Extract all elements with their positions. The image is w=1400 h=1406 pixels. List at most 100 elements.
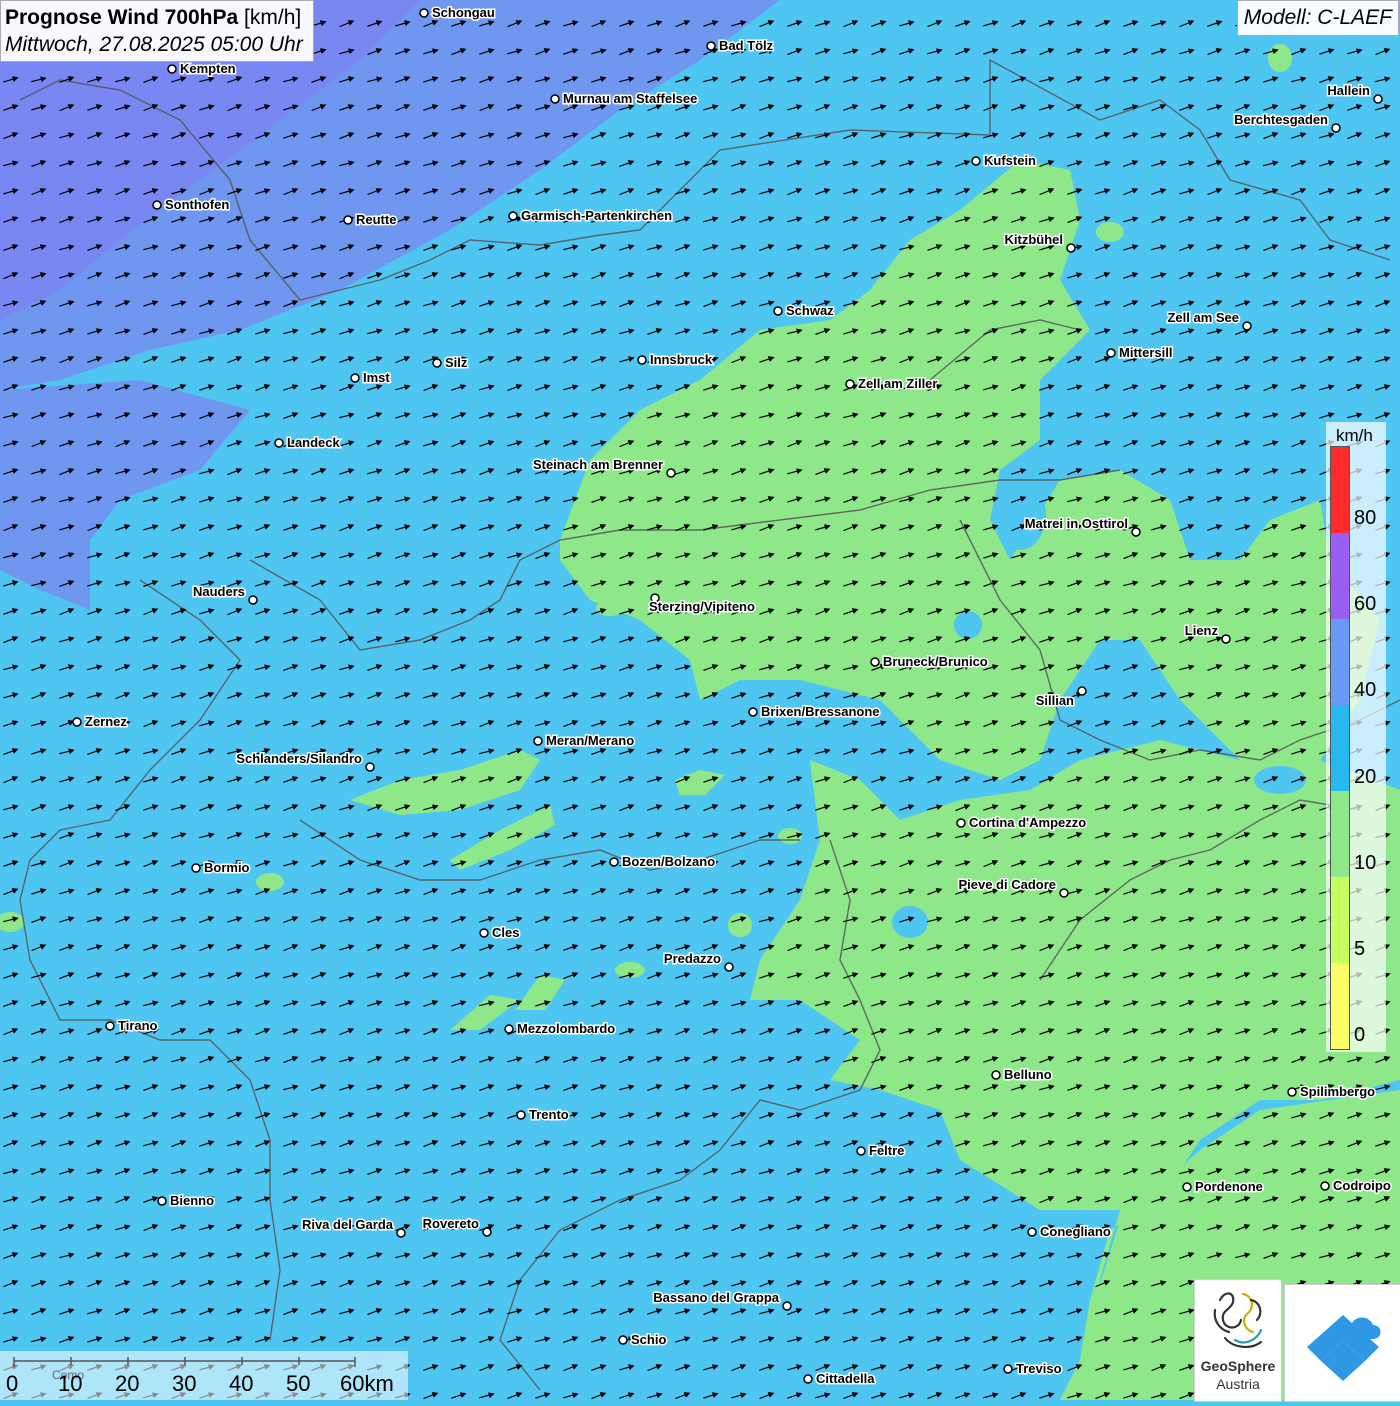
city-dot [480,929,488,937]
city-dot [774,307,782,315]
city-label: Imst [363,370,390,385]
legend-swatch [1331,963,1349,1049]
city-dot [1078,687,1086,695]
wind-zone-weak-small [728,913,752,937]
legend-swatch [1331,705,1349,791]
city-dot [667,469,675,477]
city-dot [992,1071,1000,1079]
city-label: Bozen/Bolzano [622,854,715,869]
city-label: Pordenone [1195,1179,1263,1194]
city-label: Mittersill [1119,345,1172,360]
city-marker[interactable]: Zell am Ziller [846,376,937,391]
city-label: Mezzolombardo [517,1021,615,1036]
city-marker[interactable]: Meran/Merano [534,733,634,748]
geosphere-logo-line2: Austria [1195,1376,1281,1392]
legend-swatch [1331,619,1349,705]
scale-label: 0 [6,1371,18,1397]
city-dot [804,1375,812,1383]
city-marker[interactable]: Murnau am Staffelsee [551,91,697,106]
city-label: Brixen/Bressanone [761,704,880,719]
city-marker[interactable]: Bruneck/Brunico [871,654,988,669]
city-label: Tirano [118,1018,158,1033]
city-dot [707,42,715,50]
city-dot [534,737,542,745]
scale-label: 40 [229,1371,253,1397]
city-dot [846,380,854,388]
city-marker[interactable]: Brixen/Bressanone [749,704,880,719]
city-dot [1060,889,1068,897]
city-dot [106,1022,114,1030]
legend-label: 80 [1354,507,1376,530]
city-dot [366,763,374,771]
wind-zone-hole [954,611,982,639]
city-marker[interactable]: Bozen/Bolzano [610,854,715,869]
city-label: Hallein [1327,83,1370,98]
city-marker[interactable]: Innsbruck [638,352,713,367]
model-label: Modell: C-LAEF [1237,0,1399,36]
geosphere-logo[interactable]: GeoSphere Austria [1194,1279,1282,1402]
city-dot [957,819,965,827]
city-label: Sillian [1036,693,1074,708]
wind-zone-weak-small [256,873,284,891]
scale-label: 60km [340,1371,394,1397]
city-dot [1028,1228,1036,1236]
app-logo[interactable] [1284,1284,1400,1402]
city-label: Cortina d'Ampezzo [969,815,1086,830]
wind-zone-weak-small [1096,222,1124,242]
forecast-datetime: Mittwoch, 27.08.2025 05:00 Uhr [5,32,303,58]
city-dot [1374,95,1382,103]
city-label: Innsbruck [650,352,713,367]
legend-swatch [1331,791,1349,877]
scale-label: 30 [172,1371,196,1397]
city-label: Steinach am Brenner [533,457,663,472]
city-label: Trento [529,1107,569,1122]
city-dot [168,65,176,73]
city-dot [871,658,879,666]
city-dot [73,718,81,726]
city-dot [1107,349,1115,357]
city-label: Treviso [1016,1361,1062,1376]
city-dot [420,9,428,17]
city-dot [638,356,646,364]
city-label: Kempten [180,61,236,76]
city-label: Bruneck/Brunico [883,654,988,669]
city-marker[interactable]: Conegliano [1028,1224,1111,1239]
city-label: Schongau [432,5,495,20]
city-label: Bad Tölz [719,38,774,53]
city-marker[interactable]: Pordenone [1183,1179,1263,1194]
city-label: Pieve di Cadore [958,877,1056,892]
city-label: Cittadella [816,1371,875,1386]
legend-label: 20 [1354,766,1376,789]
city-marker[interactable]: Schongau [420,5,495,20]
city-dot [1321,1182,1329,1190]
city-label: Schwaz [786,303,834,318]
city-marker[interactable]: Sonthofen [153,197,229,212]
geosphere-logo-icon [1195,1280,1281,1358]
city-marker[interactable]: Spilimbergo [1288,1084,1375,1099]
city-label: Schio [631,1332,666,1347]
city-label: Sonthofen [165,197,229,212]
city-label: Lienz [1185,623,1219,638]
city-dot [517,1111,525,1119]
city-dot [351,374,359,382]
color-legend: km/h 806040201050 [1326,422,1386,1052]
legend-label: 10 [1354,852,1376,875]
geosphere-logo-line1: GeoSphere [1195,1358,1281,1374]
legend-label: 60 [1354,593,1376,616]
city-dot [619,1336,627,1344]
city-label: Berchtesgaden [1234,112,1328,127]
city-marker[interactable]: Mezzolombardo [505,1021,615,1036]
city-label: Nauders [193,584,245,599]
city-label: Spilimbergo [1300,1084,1375,1099]
city-dot [1132,528,1140,536]
city-dot [275,439,283,447]
city-dot [551,95,559,103]
city-dot [249,596,257,604]
city-marker[interactable]: Cortina d'Ampezzo [957,815,1086,830]
legend-unit: km/h [1336,426,1373,446]
city-dot [433,359,441,367]
city-marker[interactable]: Garmisch-Partenkirchen [509,208,672,223]
city-label: Matrei in Osttirol [1025,516,1128,531]
city-label: Bassano del Grappa [653,1290,779,1305]
city-dot [483,1228,491,1236]
